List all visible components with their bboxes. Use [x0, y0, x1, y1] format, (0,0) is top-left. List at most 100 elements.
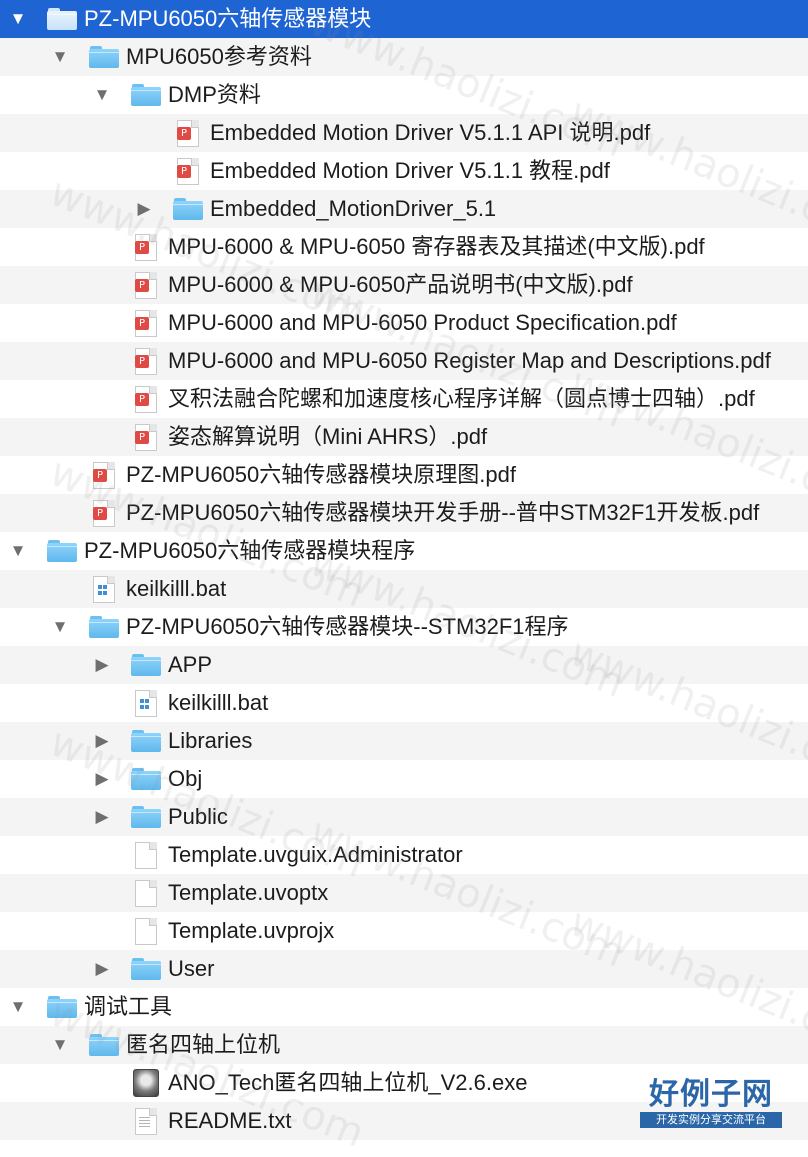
tree-item-label: PZ-MPU6050六轴传感器模块原理图.pdf — [126, 462, 516, 487]
pdf-file-icon: P — [130, 424, 162, 451]
tree-folder-row[interactable]: ▼ 调试工具 — [0, 988, 808, 1026]
tree-folder-row[interactable]: ▶ Public — [0, 798, 808, 836]
tree-item-label: MPU-6000 & MPU-6050 寄存器表及其描述(中文版).pdf — [168, 234, 705, 259]
folder-icon — [130, 652, 162, 678]
tree-item-label: Embedded_MotionDriver_5.1 — [210, 196, 497, 221]
tree-item-label: Embedded Motion Driver V5.1.1 API 说明.pdf — [210, 120, 651, 145]
tree-file-row[interactable]: P PZ-MPU6050六轴传感器模块开发手册--普中STM32F1开发板.pdf — [0, 494, 808, 532]
tree-item-label: 调试工具 — [84, 994, 173, 1019]
tree-item-label: PZ-MPU6050六轴传感器模块开发手册--普中STM32F1开发板.pdf — [126, 500, 760, 525]
tree-folder-row[interactable]: ▼ PZ-MPU6050六轴传感器模块 — [0, 0, 808, 38]
folder-icon — [46, 538, 78, 564]
tree-folder-row[interactable]: ▶ Obj — [0, 760, 808, 798]
tree-item-label: 叉积法融合陀螺和加速度核心程序详解（圆点博士四轴）.pdf — [168, 386, 755, 411]
disclosure-collapsed-icon[interactable]: ▶ — [92, 646, 112, 684]
pdf-file-icon: P — [172, 120, 204, 147]
tree-file-row[interactable]: Template.uvprojx — [0, 912, 808, 950]
disclosure-expanded-icon[interactable]: ▼ — [8, 988, 28, 1026]
site-logo: 好例子网 开发实例分享交流平台 — [640, 1078, 782, 1134]
disclosure-collapsed-icon[interactable]: ▶ — [92, 950, 112, 988]
tree-file-row[interactable]: Template.uvguix.Administrator — [0, 836, 808, 874]
tree-item-label: Template.uvguix.Administrator — [168, 842, 463, 867]
disclosure-expanded-icon[interactable]: ▼ — [8, 0, 28, 38]
tree-folder-row[interactable]: ▼ PZ-MPU6050六轴传感器模块程序 — [0, 532, 808, 570]
tree-item-label: MPU-6000 & MPU-6050产品说明书(中文版).pdf — [168, 272, 633, 297]
folder-icon — [172, 196, 204, 222]
tree-file-row[interactable]: keilkilll.bat — [0, 684, 808, 722]
tree-file-row[interactable]: P MPU-6000 and MPU-6050 Register Map and … — [0, 342, 808, 380]
folder-icon — [88, 1032, 120, 1058]
folder-icon — [130, 804, 162, 830]
tree-item-label: Public — [168, 804, 228, 829]
tree-item-label: MPU6050参考资料 — [126, 44, 312, 69]
tree-folder-row[interactable]: ▼ MPU6050参考资料 — [0, 38, 808, 76]
disclosure-collapsed-icon[interactable]: ▶ — [92, 798, 112, 836]
tree-item-label: Embedded Motion Driver V5.1.1 教程.pdf — [210, 158, 610, 183]
document-icon — [130, 842, 162, 869]
tree-file-row[interactable]: P 叉积法融合陀螺和加速度核心程序详解（圆点博士四轴）.pdf — [0, 380, 808, 418]
tree-folder-row[interactable]: ▼ PZ-MPU6050六轴传感器模块--STM32F1程序 — [0, 608, 808, 646]
tree-folder-row[interactable]: ▶ Libraries — [0, 722, 808, 760]
folder-icon — [130, 766, 162, 792]
folder-icon — [88, 614, 120, 640]
folder-icon — [130, 82, 162, 108]
pdf-file-icon: P — [130, 386, 162, 413]
bat-file-icon — [130, 690, 162, 717]
tree-item-label: Template.uvprojx — [168, 918, 335, 943]
tree-item-label: README.txt — [168, 1108, 292, 1133]
app-icon — [130, 1069, 162, 1097]
pdf-file-icon: P — [130, 272, 162, 299]
tree-folder-row[interactable]: ▼ 匿名四轴上位机 — [0, 1026, 808, 1064]
tree-folder-row[interactable]: ▼ DMP资料 — [0, 76, 808, 114]
text-file-icon — [130, 1108, 162, 1135]
tree-item-label: MPU-6000 and MPU-6050 Product Specificat… — [168, 310, 677, 335]
pdf-file-icon: P — [130, 234, 162, 261]
disclosure-collapsed-icon[interactable]: ▶ — [92, 722, 112, 760]
logo-subtitle: 开发实例分享交流平台 — [640, 1112, 782, 1128]
tree-file-row[interactable]: P MPU-6000 & MPU-6050 寄存器表及其描述(中文版).pdf — [0, 228, 808, 266]
tree-file-row[interactable]: Template.uvoptx — [0, 874, 808, 912]
tree-item-label: keilkilll.bat — [168, 690, 269, 715]
tree-item-label: DMP资料 — [168, 82, 261, 107]
tree-file-row[interactable]: keilkilll.bat — [0, 570, 808, 608]
tree-folder-row[interactable]: ▶ APP — [0, 646, 808, 684]
pdf-file-icon: P — [88, 462, 120, 489]
tree-file-row[interactable]: P MPU-6000 & MPU-6050产品说明书(中文版).pdf — [0, 266, 808, 304]
tree-item-label: MPU-6000 and MPU-6050 Register Map and D… — [168, 348, 771, 373]
tree-item-label: keilkilll.bat — [126, 576, 227, 601]
tree-folder-row[interactable]: ▶ User — [0, 950, 808, 988]
tree-item-label: User — [168, 956, 215, 981]
disclosure-expanded-icon[interactable]: ▼ — [50, 608, 70, 646]
tree-item-label: 姿态解算说明（Mini AHRS）.pdf — [168, 424, 488, 449]
disclosure-collapsed-icon[interactable]: ▶ — [134, 190, 154, 228]
tree-item-label: PZ-MPU6050六轴传感器模块程序 — [84, 538, 416, 563]
tree-file-row[interactable]: P 姿态解算说明（Mini AHRS）.pdf — [0, 418, 808, 456]
logo-title: 好例子网 — [649, 1077, 773, 1112]
tree-item-label: PZ-MPU6050六轴传感器模块--STM32F1程序 — [126, 614, 569, 639]
tree-item-label: 匿名四轴上位机 — [126, 1032, 281, 1057]
pdf-file-icon: P — [130, 310, 162, 337]
pdf-file-icon: P — [172, 158, 204, 185]
tree-item-label: Libraries — [168, 728, 253, 753]
tree-item-label: PZ-MPU6050六轴传感器模块 — [84, 6, 372, 31]
bat-file-icon — [88, 576, 120, 603]
pdf-file-icon: P — [88, 500, 120, 527]
tree-item-label: APP — [168, 652, 213, 677]
pdf-file-icon: P — [130, 348, 162, 375]
disclosure-expanded-icon[interactable]: ▼ — [8, 532, 28, 570]
disclosure-expanded-icon[interactable]: ▼ — [50, 38, 70, 76]
disclosure-expanded-icon[interactable]: ▼ — [92, 76, 112, 114]
file-tree: ▼ PZ-MPU6050六轴传感器模块 ▼ MPU6050参考资料 ▼ DMP资料 P Emb… — [0, 0, 808, 1140]
folder-icon — [46, 6, 78, 32]
disclosure-collapsed-icon[interactable]: ▶ — [92, 760, 112, 798]
tree-item-label: Obj — [168, 766, 203, 791]
disclosure-expanded-icon[interactable]: ▼ — [50, 1026, 70, 1064]
tree-item-label: ANO_Tech匿名四轴上位机_V2.6.exe — [168, 1070, 528, 1095]
tree-file-row[interactable]: P Embedded Motion Driver V5.1.1 教程.pdf — [0, 152, 808, 190]
folder-icon — [130, 956, 162, 982]
tree-file-row[interactable]: P MPU-6000 and MPU-6050 Product Specifica… — [0, 304, 808, 342]
tree-file-row[interactable]: P Embedded Motion Driver V5.1.1 API 说明.pd… — [0, 114, 808, 152]
tree-folder-row[interactable]: ▶ Embedded_MotionDriver_5.1 — [0, 190, 808, 228]
tree-item-label: Template.uvoptx — [168, 880, 329, 905]
tree-file-row[interactable]: P PZ-MPU6050六轴传感器模块原理图.pdf — [0, 456, 808, 494]
